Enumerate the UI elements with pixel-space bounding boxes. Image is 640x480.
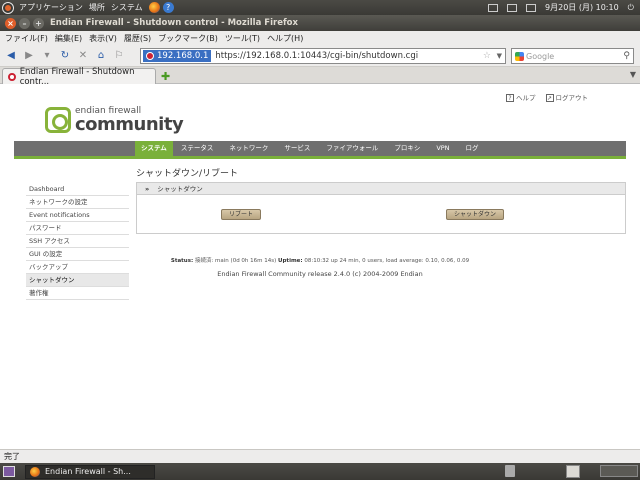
star-bookmark-icon[interactable]: ☆ [483,51,491,61]
sidebar: Dashboard ネットワークの設定 Event notifications … [26,183,129,300]
endian-logo-icon [45,107,71,133]
browser-status-bar: 完了 [0,449,640,463]
url-bar[interactable]: 192.168.0.1 https://192.168.0.1:10443/cg… [140,48,506,64]
panel-menu-applications[interactable]: アプリケーション [19,2,83,13]
home-icon[interactable]: ⌂ [94,49,108,63]
copyright-text: Endian Firewall Community release 2.4.0 … [217,270,423,278]
page-content: ? ヘルプ ↗ ログアウト endian firewall community シス… [0,84,640,449]
logout-icon: ↗ [545,94,554,102]
navigation-toolbar: ◀ ▶ ▾ ↻ ✕ ⌂ ⚐ 192.168.0.1 https://192.16… [0,45,640,67]
sidebar-item-ssh-access[interactable]: SSH アクセス [26,235,129,248]
logout-link[interactable]: ↗ ログアウト [545,92,588,102]
search-bar[interactable]: Google ⚲ [511,48,634,64]
search-icon[interactable]: ⚲ [623,51,630,61]
site-identity-icon [146,52,154,60]
menu-tools[interactable]: ツール(T) [225,33,260,44]
search-input[interactable]: Google [526,52,554,61]
shutdown-panel-header: » シャットダウン [137,183,625,195]
workspace-switcher[interactable] [600,465,638,477]
stop-icon[interactable]: ✕ [76,49,90,63]
sidebar-item-dashboard[interactable]: Dashboard [26,183,129,196]
network-icon[interactable] [488,3,499,12]
tab-list-icon[interactable]: ▼ [630,70,636,79]
menu-view[interactable]: 表示(V) [89,33,117,44]
taskbar-firefox-icon[interactable] [566,465,580,478]
main-nav-services[interactable]: サービス [276,141,318,156]
url-text[interactable]: https://192.168.0.1:10443/cgi-bin/shutdo… [215,51,418,61]
top-panel: アプリケーション 場所 システム ? 9月20日 (月) 10:10 ⏻ [0,0,640,15]
sidebar-item-network-config[interactable]: ネットワークの設定 [26,196,129,209]
history-dropdown-icon[interactable]: ▾ [40,49,54,63]
window-title-bar[interactable]: × – + Endian Firewall - Shutdown control… [0,15,640,31]
firefox-launcher-icon[interactable] [148,2,160,13]
sidebar-item-password[interactable]: パスワード [26,222,129,235]
reload-icon[interactable]: ↻ [58,49,72,63]
main-nav-system[interactable]: システム [135,141,173,156]
page-title: シャットダウン/リブート [136,169,239,179]
show-desktop-icon[interactable] [3,466,15,477]
new-tab-icon[interactable]: ✚ [161,70,170,83]
site-identity-button[interactable]: 192.168.0.1 [143,50,212,62]
tab-endian-shutdown[interactable]: Endian Firewall - Shutdown contr... [2,67,156,87]
panel-menu-places[interactable]: 場所 [89,2,105,13]
shutdown-button[interactable]: シャットダウン [446,209,505,220]
tab-favicon-icon [8,72,16,81]
panel-header-marker: » [145,185,150,193]
menu-bar: ファイル(F) 編集(E) 表示(V) 履歴(S) ブックマーク(B) ツール(… [0,31,640,45]
sub-nav-bar [14,156,626,159]
reboot-button[interactable]: リブート [221,209,262,220]
volume-icon[interactable] [526,3,537,12]
menu-edit[interactable]: 編集(E) [55,33,82,44]
status-text: 完了 [4,452,20,461]
main-nav-proxy[interactable]: プロキシ [386,141,428,156]
maximize-window-icon[interactable]: + [33,17,44,29]
shutdown-panel: » シャットダウン リブート シャットダウン [136,182,626,234]
forward-icon[interactable]: ▶ [22,49,36,63]
google-engine-icon[interactable] [515,51,524,61]
url-dropdown-icon[interactable]: ▼ [497,52,502,60]
help-icon: ? [506,94,514,102]
main-nav-logs[interactable]: ログ [458,141,487,156]
main-nav-vpn[interactable]: VPN [428,141,457,156]
taskbar-firefox-window[interactable]: Endian Firewall - Sh... [25,464,155,479]
bottom-taskbar: Endian Firewall - Sh... [0,463,640,480]
window-title: Endian Firewall - Shutdown control - Moz… [50,18,298,28]
tab-bar: Endian Firewall - Shutdown contr... ✚ ▼ [0,67,640,87]
menu-history[interactable]: 履歴(S) [124,33,151,44]
help-link[interactable]: ? ヘルプ [506,92,536,102]
mail-icon[interactable] [507,3,518,12]
firefox-icon [30,466,40,477]
sidebar-item-copyright[interactable]: 著作権 [26,287,129,300]
back-icon[interactable]: ◀ [4,49,18,63]
menu-file[interactable]: ファイル(F) [5,33,48,44]
header-links: ? ヘルプ ↗ ログアウト [506,92,588,102]
menu-bookmarks[interactable]: ブックマーク(B) [158,33,218,44]
system-status-line: Status: 接続済: main (0d 0h 16m 14s) Uptime… [170,258,470,264]
panel-clock[interactable]: 9月20日 (月) 10:10 [545,2,619,13]
trash-icon[interactable] [505,465,515,477]
close-window-icon[interactable]: × [5,17,16,29]
main-nav: システム ステータス ネットワーク サービス ファイアウォール プロキシ VPN… [14,141,626,156]
main-nav-firewall[interactable]: ファイアウォール [318,141,386,156]
bookmark-page-icon[interactable]: ⚐ [112,49,126,63]
power-icon[interactable]: ⏻ [628,3,634,13]
sidebar-item-event-notifications[interactable]: Event notifications [26,209,129,222]
panel-menu-system[interactable]: システム [111,2,143,13]
minimize-window-icon[interactable]: – [19,17,30,29]
site-host: 192.168.0.1 [157,51,209,61]
ubuntu-logo-icon[interactable] [2,1,14,14]
panel-tray: 9月20日 (月) 10:10 ⏻ [488,0,634,15]
menu-help[interactable]: ヘルプ(H) [267,33,303,44]
endian-logo: endian firewall community [45,104,184,136]
main-nav-network[interactable]: ネットワーク [221,141,276,156]
main-nav-status[interactable]: ステータス [173,141,222,156]
logo-text-big: community [75,113,184,135]
help-launcher-icon[interactable]: ? [162,2,174,13]
